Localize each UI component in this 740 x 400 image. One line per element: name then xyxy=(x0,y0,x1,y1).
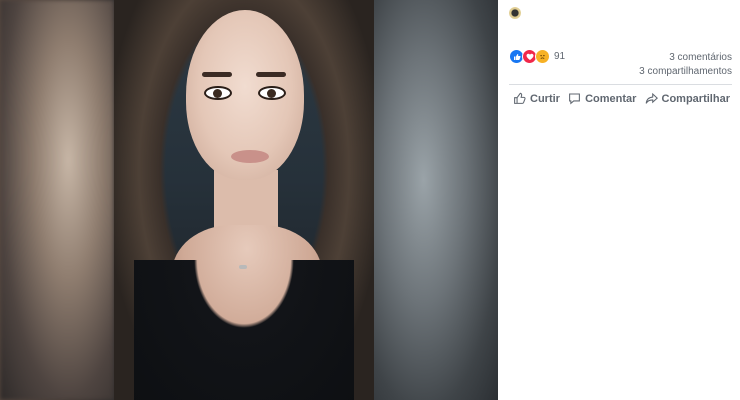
avatar[interactable] xyxy=(509,7,521,19)
comment-icon xyxy=(569,93,580,105)
comments-count[interactable]: 3 comentários xyxy=(639,51,732,65)
reactions-summary[interactable]: 91 xyxy=(509,49,565,64)
thumbs-up-icon xyxy=(514,92,526,104)
share-button-label: Compartilhar xyxy=(661,92,730,105)
comment-button-label: Comentar xyxy=(585,92,637,105)
lips xyxy=(231,150,269,163)
sad-icon xyxy=(535,49,550,64)
comment-button[interactable]: Comentar xyxy=(564,90,640,107)
right-eye xyxy=(258,86,286,100)
photo-clothing xyxy=(134,260,354,400)
left-eyebrow xyxy=(202,72,232,77)
post-actions: Curtir Comentar Compartilhar xyxy=(509,90,734,107)
reaction-count: 91 xyxy=(554,51,566,62)
post-photo[interactable] xyxy=(114,0,374,400)
share-arrow-icon xyxy=(645,92,658,104)
left-eye xyxy=(204,86,232,100)
divider xyxy=(509,84,732,85)
photo-necklace xyxy=(239,265,247,269)
share-button[interactable]: Compartilhar xyxy=(641,90,734,107)
blurred-background-right xyxy=(374,0,498,400)
blurred-background-left xyxy=(0,0,114,400)
like-button[interactable]: Curtir xyxy=(509,90,564,107)
photo-face xyxy=(186,10,304,180)
right-eyebrow xyxy=(256,72,286,77)
shares-count[interactable]: 3 compartilhamentos xyxy=(639,65,732,79)
post-stats: 3 comentários 3 compartilhamentos xyxy=(639,51,732,79)
post-side-panel: 91 3 comentários 3 compartilhamentos Cur… xyxy=(498,0,740,400)
like-button-label: Curtir xyxy=(530,92,560,105)
photo-viewer[interactable] xyxy=(0,0,498,400)
